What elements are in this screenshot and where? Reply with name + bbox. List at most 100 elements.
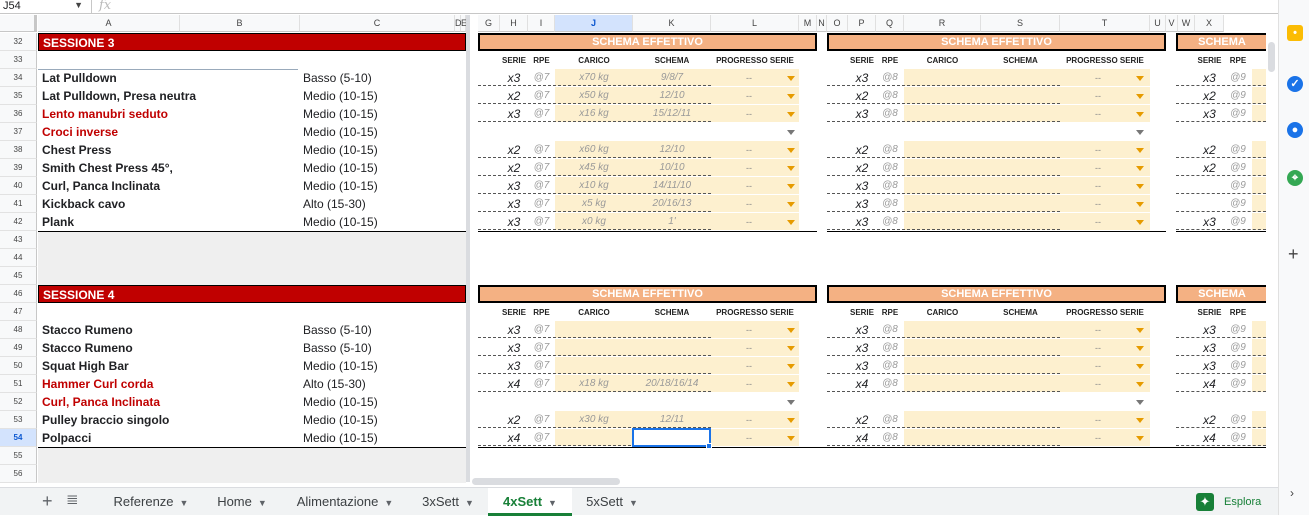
maps-icon[interactable]: ⌖ bbox=[1287, 170, 1303, 186]
schema-value[interactable]: 12/10 bbox=[633, 87, 711, 105]
sheet-tab[interactable]: Home ▼ bbox=[204, 488, 280, 516]
add-addon-icon[interactable]: + bbox=[1288, 244, 1299, 265]
rpe-value[interactable]: @7 bbox=[528, 375, 555, 393]
serie-value[interactable]: x3 bbox=[848, 177, 876, 195]
serie-value[interactable]: x4 bbox=[1195, 429, 1224, 447]
progresso-dropdown[interactable]: -- bbox=[1060, 105, 1136, 123]
serie-value[interactable]: x2 bbox=[1195, 141, 1224, 159]
progresso-dropdown[interactable]: -- bbox=[711, 213, 787, 231]
rpe-value[interactable]: @9 bbox=[1224, 411, 1252, 429]
row-header[interactable]: 39 bbox=[0, 159, 37, 177]
exercise-name[interactable]: Pulley braccio singolo bbox=[38, 411, 300, 429]
row-header[interactable]: 48 bbox=[0, 321, 37, 339]
schema-value[interactable]: 9/8/7 bbox=[633, 69, 711, 87]
dropdown-arrow-icon[interactable] bbox=[1136, 112, 1144, 117]
rpe-value[interactable]: @9 bbox=[1224, 105, 1252, 123]
row-header[interactable]: 53 bbox=[0, 411, 37, 429]
name-box[interactable]: J54 ▼ bbox=[0, 0, 92, 14]
row-header[interactable]: 41 bbox=[0, 195, 37, 213]
rpe-value[interactable]: @7 bbox=[528, 141, 555, 159]
schema-value[interactable] bbox=[633, 321, 711, 339]
serie-value[interactable]: x3 bbox=[848, 105, 876, 123]
progresso-dropdown[interactable]: -- bbox=[1060, 321, 1136, 339]
row-header[interactable]: 54 bbox=[0, 429, 37, 447]
column-header[interactable]: M bbox=[799, 15, 817, 32]
fill-handle[interactable] bbox=[706, 443, 712, 449]
column-header[interactable]: T bbox=[1060, 15, 1150, 32]
dropdown-arrow-icon[interactable] bbox=[787, 400, 795, 405]
row-header[interactable]: 49 bbox=[0, 339, 37, 357]
chevron-right-icon[interactable]: › bbox=[1290, 486, 1294, 500]
carico-value[interactable] bbox=[555, 429, 633, 447]
row-header[interactable]: 43 bbox=[0, 231, 37, 249]
column-header[interactable]: H bbox=[500, 15, 528, 32]
exercise-name[interactable]: Chest Press bbox=[38, 141, 300, 159]
dropdown-arrow-icon[interactable] bbox=[1136, 202, 1144, 207]
serie-value[interactable]: x2 bbox=[1195, 87, 1224, 105]
row-header[interactable]: 47 bbox=[0, 303, 37, 321]
dropdown-arrow-icon[interactable] bbox=[787, 346, 795, 351]
row-header[interactable]: 37 bbox=[0, 123, 37, 141]
serie-value[interactable] bbox=[1195, 177, 1224, 195]
dropdown-arrow-icon[interactable] bbox=[787, 328, 795, 333]
progresso-dropdown[interactable]: -- bbox=[711, 357, 787, 375]
sheet-tab[interactable]: Referenze ▼ bbox=[100, 488, 202, 516]
rep-range[interactable]: Basso (5-10) bbox=[300, 321, 460, 339]
schema-value[interactable] bbox=[633, 339, 711, 357]
serie-value[interactable]: x4 bbox=[1195, 375, 1224, 393]
column-header[interactable]: L bbox=[711, 15, 799, 32]
serie-value[interactable]: x3 bbox=[500, 177, 528, 195]
dropdown-arrow-icon[interactable] bbox=[1136, 328, 1144, 333]
rep-range[interactable]: Medio (10-15) bbox=[300, 105, 460, 123]
rpe-value[interactable]: @7 bbox=[528, 87, 555, 105]
session-title[interactable]: SESSIONE 3 bbox=[38, 33, 466, 51]
dropdown-arrow-icon[interactable] bbox=[787, 148, 795, 153]
dropdown-arrow-icon[interactable] bbox=[787, 220, 795, 225]
schema-value[interactable] bbox=[633, 357, 711, 375]
schema-value[interactable]: 12/10 bbox=[633, 141, 711, 159]
sheet-tab[interactable]: 3xSett ▼ bbox=[410, 488, 486, 516]
progresso-dropdown[interactable]: -- bbox=[711, 87, 787, 105]
rpe-value[interactable]: @7 bbox=[528, 429, 555, 447]
rpe-value[interactable]: @9 bbox=[1224, 321, 1252, 339]
serie-value[interactable]: x2 bbox=[848, 411, 876, 429]
exercise-name[interactable]: Smith Chest Press 45°, bbox=[38, 159, 300, 177]
exercise-name[interactable]: Curl, Panca Inclinata bbox=[38, 393, 300, 411]
row-header[interactable]: 44 bbox=[0, 249, 37, 267]
carico-value[interactable]: x60 kg bbox=[555, 141, 633, 159]
exercise-name[interactable]: Stacco Rumeno bbox=[38, 339, 300, 357]
carico-value[interactable]: x50 kg bbox=[555, 87, 633, 105]
serie-value[interactable]: x3 bbox=[500, 321, 528, 339]
rpe-value[interactable]: @7 bbox=[528, 105, 555, 123]
schema-effettivo-header[interactable]: SCHEMA EFFETTIVO bbox=[1176, 33, 1268, 62]
column-header[interactable]: I bbox=[528, 15, 555, 32]
rpe-value[interactable]: @9 bbox=[1224, 339, 1252, 357]
schema-value[interactable]: 20/18/16/14 bbox=[633, 375, 711, 393]
rpe-value[interactable]: @7 bbox=[528, 177, 555, 195]
serie-value[interactable]: x3 bbox=[500, 213, 528, 231]
serie-value[interactable]: x3 bbox=[1195, 339, 1224, 357]
rpe-value[interactable]: @9 bbox=[1224, 159, 1252, 177]
carico-value[interactable]: x16 kg bbox=[555, 105, 633, 123]
row-header[interactable]: 42 bbox=[0, 213, 37, 231]
progresso-dropdown[interactable]: -- bbox=[1060, 141, 1136, 159]
schema-value[interactable]: 14/11/10 bbox=[633, 177, 711, 195]
schema-value[interactable]: 12/11 bbox=[633, 411, 711, 429]
serie-value[interactable]: x2 bbox=[500, 87, 528, 105]
dropdown-arrow-icon[interactable] bbox=[1136, 184, 1144, 189]
dropdown-arrow-icon[interactable] bbox=[787, 76, 795, 81]
exercise-name[interactable]: Lento manubri seduto bbox=[38, 105, 300, 123]
schema-effettivo-header[interactable]: SCHEMA EFFETTIVO bbox=[1176, 285, 1268, 314]
exercise-name[interactable]: Curl, Panca Inclinata bbox=[38, 177, 300, 195]
serie-value[interactable]: x2 bbox=[848, 159, 876, 177]
serie-value[interactable]: x3 bbox=[848, 357, 876, 375]
carico-value[interactable]: x70 kg bbox=[555, 69, 633, 87]
exercise-name[interactable]: Croci inverse bbox=[38, 123, 300, 141]
serie-value[interactable]: x3 bbox=[848, 213, 876, 231]
column-header[interactable]: V bbox=[1166, 15, 1178, 32]
column-header[interactable]: B bbox=[180, 15, 300, 32]
carico-value[interactable]: x5 kg bbox=[555, 195, 633, 213]
chevron-down-icon[interactable]: ▼ bbox=[548, 498, 557, 508]
chevron-down-icon[interactable]: ▼ bbox=[180, 498, 189, 508]
progresso-dropdown[interactable]: -- bbox=[711, 375, 787, 393]
